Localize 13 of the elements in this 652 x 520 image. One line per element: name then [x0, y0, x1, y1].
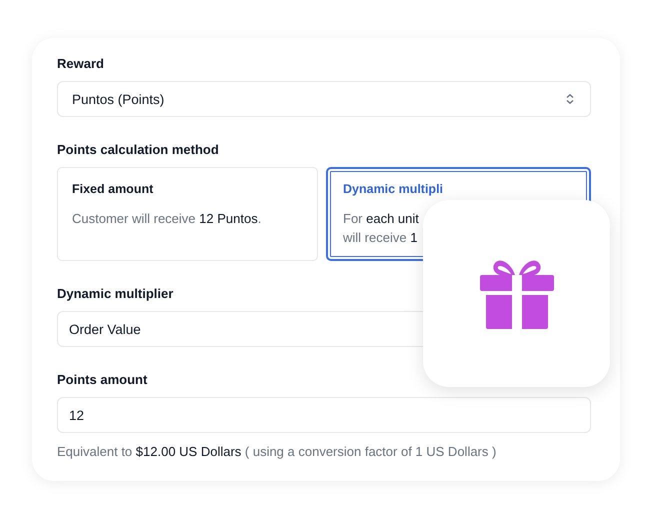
option-description: For each unit will receive 1	[343, 210, 420, 247]
chevron-up-down-icon	[564, 93, 576, 105]
reward-select[interactable]: Puntos (Points)	[57, 81, 591, 117]
field-label: Dynamic multiplier	[57, 286, 174, 301]
gift-icon	[478, 258, 556, 328]
method-option[interactable]: Fixed amount Customer will receive 12 Puntos.	[57, 167, 318, 261]
field-label: Points amount	[57, 372, 148, 387]
points-input[interactable]: 12	[57, 397, 591, 433]
field-label: Points calculation method	[57, 142, 220, 157]
method-option[interactable]: Dynamic multipli For each unit will receive 1	[326, 167, 591, 261]
field-label: Reward	[57, 56, 105, 71]
help-text: Equivalent to $12.00 US Dollars ( using a conversion factor of 1 US Dollars )	[57, 444, 498, 459]
option-description: Customer will receive 12 Puntos.	[72, 210, 262, 228]
